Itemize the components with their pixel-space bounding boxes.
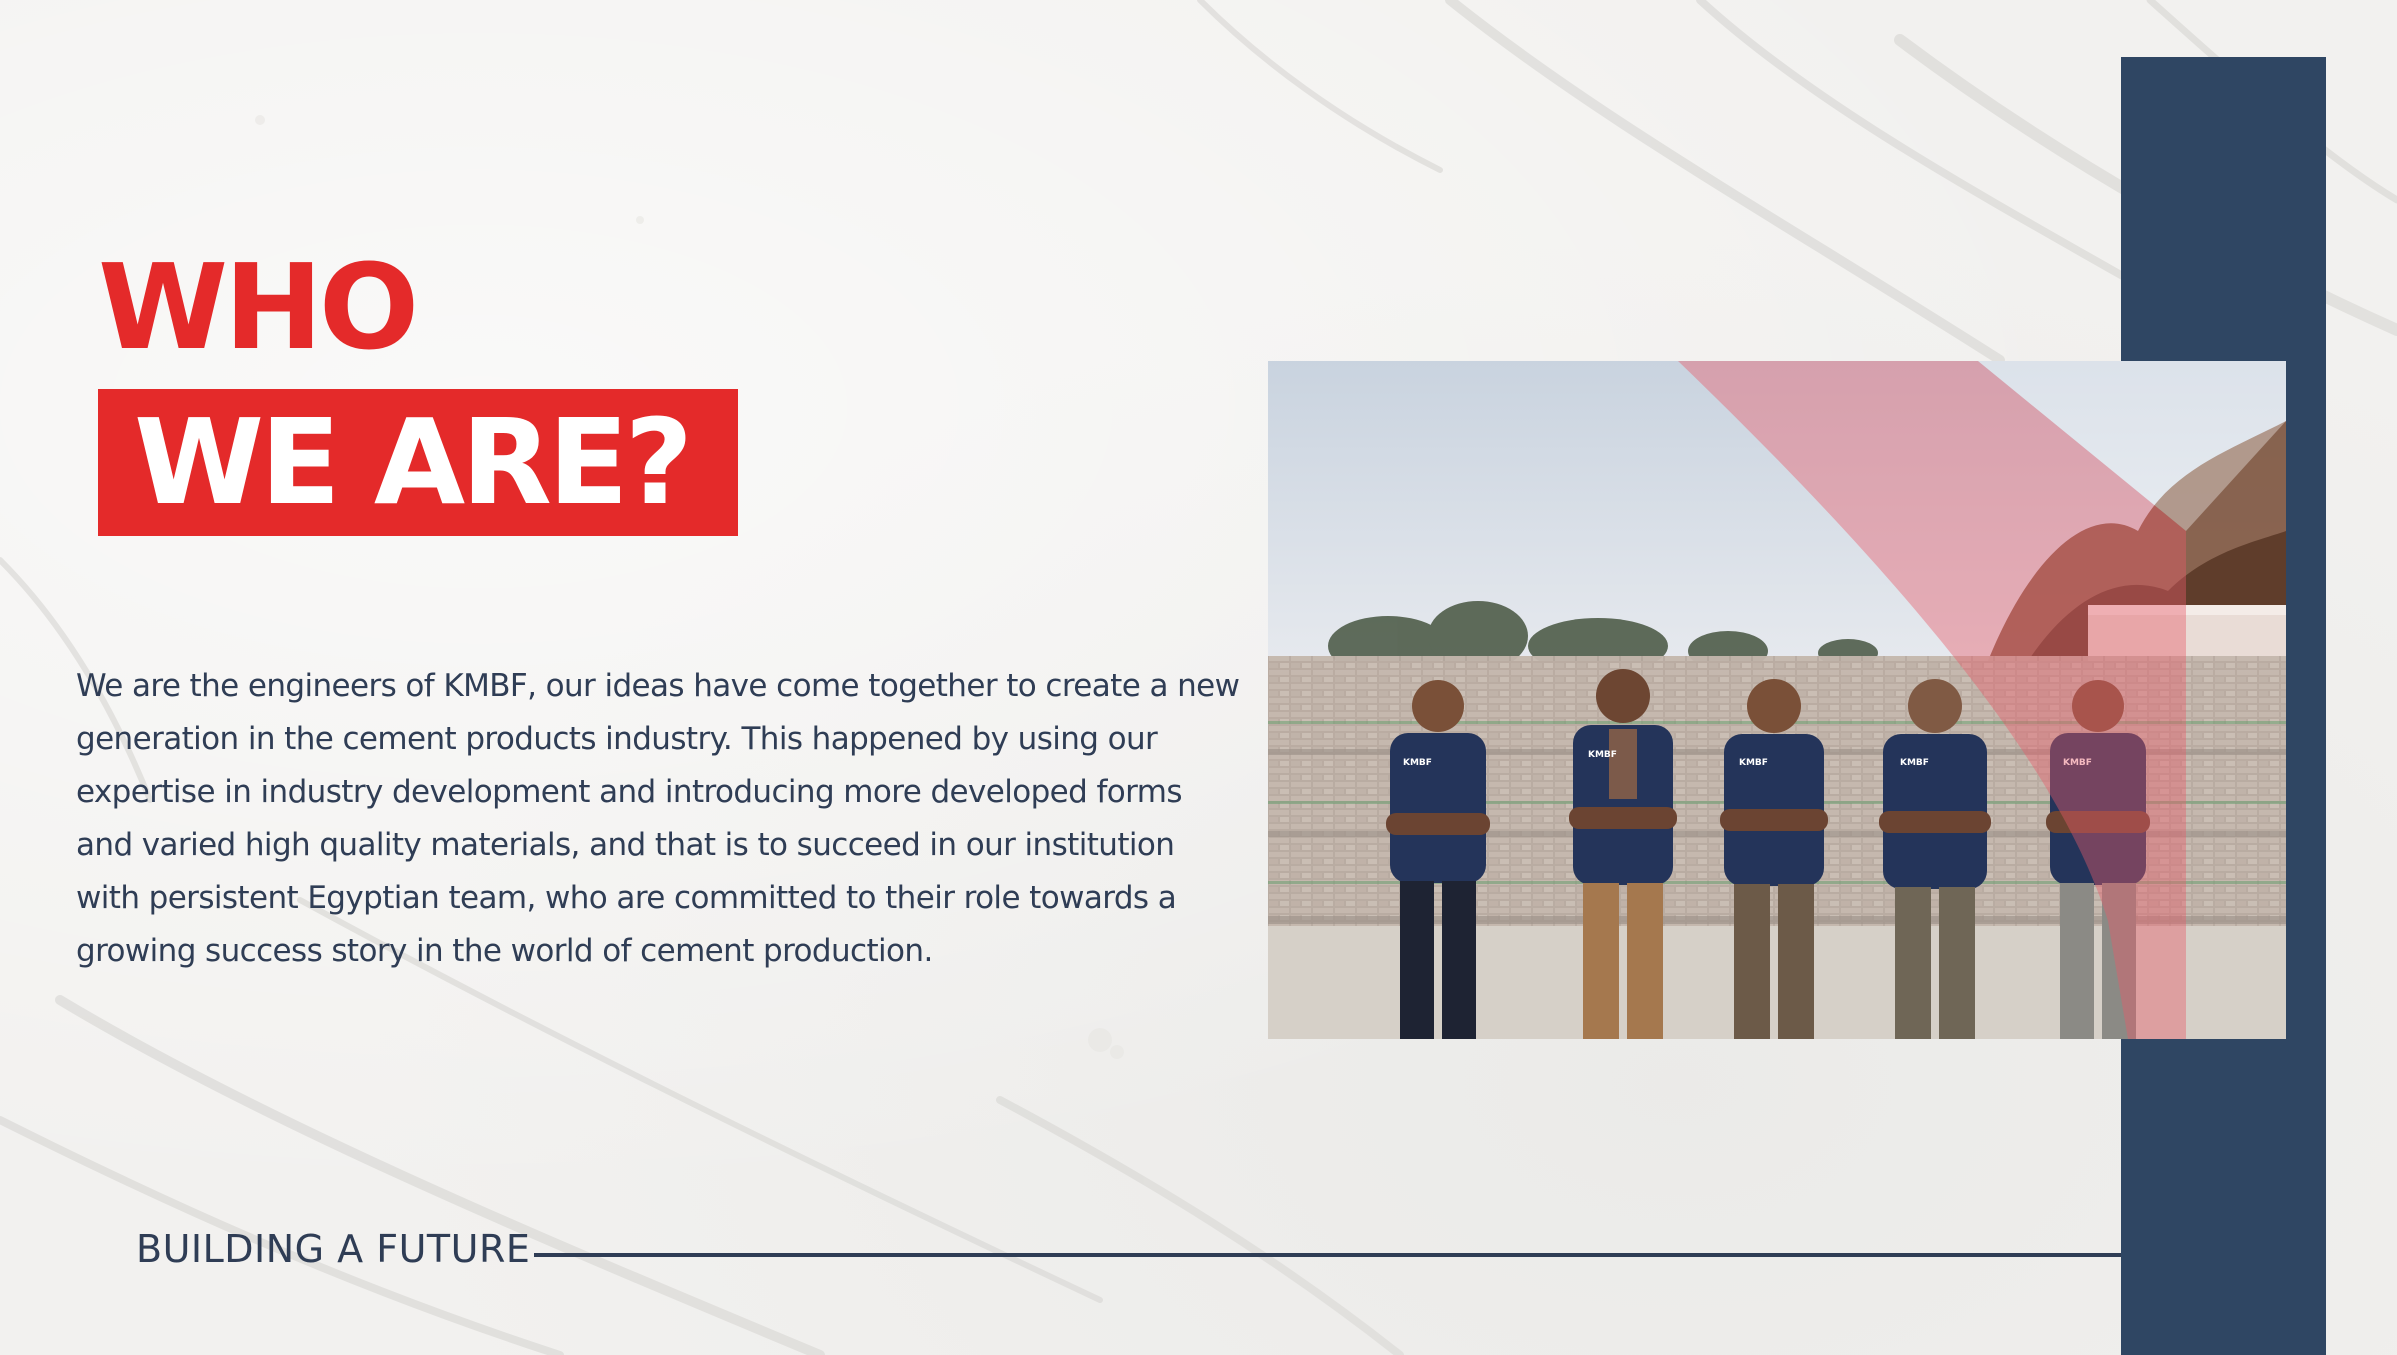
slide: WHO WE ARE? We are the engineers of KMBF… — [0, 0, 2397, 1355]
title-who: WHO — [98, 238, 419, 376]
footer-divider-line — [534, 1253, 2121, 1257]
shirt-logo: KMBF — [1739, 758, 1768, 768]
team-photo: KMBF KMBF KMBF KMBF KMBF — [1268, 361, 2286, 1039]
footer-tagline: BUILDING A FUTURE — [136, 1227, 531, 1271]
shirt-logo: KMBF — [1900, 758, 1929, 768]
team-photo-illustration: KMBF KMBF KMBF KMBF KMBF — [1268, 361, 2286, 1039]
title-we-are: WE ARE? — [134, 393, 693, 531]
shirt-logo: KMBF — [1403, 758, 1432, 768]
shirt-logo: KMBF — [1588, 750, 1617, 760]
title-highlight-box: WE ARE? — [98, 389, 738, 536]
intro-paragraph: We are the engineers of KMBF, our ideas … — [76, 668, 1240, 969]
